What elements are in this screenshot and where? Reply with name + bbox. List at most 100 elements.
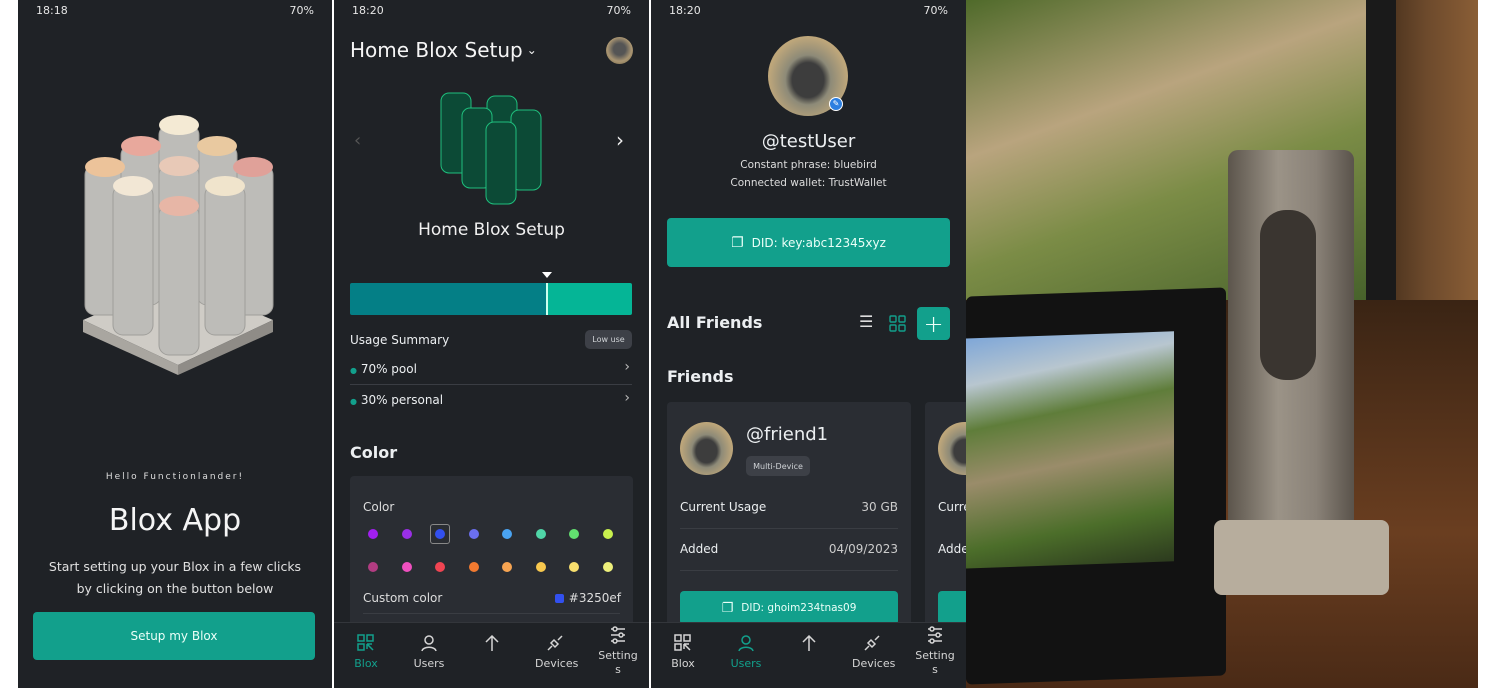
arrow-up-icon: [485, 634, 499, 651]
row-label: 70% pool: [360, 362, 417, 376]
color-swatch[interactable]: [468, 529, 479, 539]
status-bar: 18:18 70%: [18, 4, 332, 20]
chevron-down-icon: ⌄: [526, 43, 537, 57]
color-card: Color Custom color #3250ef: [350, 476, 633, 636]
color-swatch[interactable]: [602, 529, 613, 539]
divider: [680, 528, 898, 529]
blox-tower: [1228, 150, 1354, 555]
app-title: Blox App: [108, 503, 242, 538]
greeting-text: Hello Functionlander!: [105, 472, 245, 482]
screen-blox: 18:20 70% Home Blox Setup ⌄ ‹ › Home Blo…: [334, 0, 649, 688]
status-time: 18:20: [669, 4, 701, 17]
blox-icon: [357, 634, 374, 651]
color-swatch[interactable]: [602, 562, 613, 572]
friend-copy-did-button[interactable]: [938, 591, 966, 625]
blox-device-photo: [966, 0, 1478, 688]
color-swatch[interactable]: [368, 562, 378, 572]
nav-devices[interactable]: Devices: [525, 633, 585, 671]
usage-bar: [350, 283, 632, 315]
custom-color-label: Custom color: [363, 591, 443, 605]
color-swatch[interactable]: [502, 562, 512, 572]
status-bar: 18:20 70%: [651, 4, 966, 20]
screen-welcome: 18:18 70% Hello Functionlander! Blox App…: [18, 0, 332, 688]
nav-devices[interactable]: Devices: [842, 633, 902, 671]
tower-vents: [1260, 210, 1316, 380]
color-swatch[interactable]: [502, 529, 512, 539]
friend-copy-did-button[interactable]: ❐ DID: ghoim234tnas09: [680, 591, 898, 625]
bottom-nav: Blox Users Devices Setting s: [334, 622, 649, 688]
copy-icon: ❐: [731, 234, 744, 251]
setup-my-blox-button[interactable]: Setup my Blox: [33, 612, 315, 660]
color-swatch[interactable]: [535, 562, 546, 572]
description-text: Start setting up your Blox in a few clic…: [48, 559, 302, 596]
grid-view-icon[interactable]: [889, 315, 906, 332]
friends-title: Friends: [667, 367, 734, 386]
friend-avatar: [680, 422, 733, 475]
nav-settings[interactable]: Setting s: [905, 625, 965, 677]
user-icon: [421, 635, 437, 652]
friend-avatar: [938, 422, 966, 475]
nav-label: Users: [730, 657, 762, 670]
sliders-icon: [611, 626, 625, 644]
status-bar: 18:20 70%: [334, 4, 649, 20]
connected-wallet: Connected wallet: TrustWallet: [730, 177, 887, 189]
status-battery: 70%: [606, 4, 631, 17]
usage-row-personal[interactable]: ● 30% personal ›: [350, 390, 632, 407]
custom-color-hex: #3250ef: [568, 591, 621, 605]
friend-did-label: DID: ghoim234tnas09: [741, 602, 857, 614]
nav-users[interactable]: Users: [716, 633, 776, 671]
monitor-edge: [1366, 0, 1396, 300]
color-swatch[interactable]: [569, 529, 579, 539]
nav-settings[interactable]: Setting s: [588, 625, 648, 677]
constant-phrase: Constant phrase: bluebird: [740, 159, 877, 171]
status-time: 18:20: [352, 4, 384, 17]
nav-upload[interactable]: [779, 633, 839, 657]
copy-did-button[interactable]: ❐ DID: key:abc12345xyz: [667, 218, 950, 267]
color-swatch[interactable]: [401, 562, 412, 572]
chevron-left-icon[interactable]: ‹: [354, 130, 361, 151]
usage-badge: Low use: [585, 330, 632, 349]
nav-blox[interactable]: Blox: [653, 633, 713, 671]
usage-label: Curre: [938, 500, 966, 514]
display-screen: [966, 331, 1174, 569]
username: @testUser: [761, 131, 856, 152]
copy-icon: ❐: [721, 600, 734, 616]
nav-upload[interactable]: [462, 633, 522, 657]
usage-label: Current Usage: [680, 500, 767, 514]
nav-label: Users: [413, 657, 445, 670]
nav-label: Devices: [535, 657, 579, 670]
blox-selector-dropdown[interactable]: Home Blox Setup ⌄: [350, 38, 537, 62]
color-swatch[interactable]: [468, 562, 479, 572]
custom-color-value[interactable]: #3250ef: [554, 591, 621, 605]
color-swatch[interactable]: [535, 529, 546, 539]
usage-value: 30 GB: [861, 500, 898, 514]
usage-bar-pool: [350, 283, 546, 315]
nav-users[interactable]: Users: [399, 633, 459, 671]
usage-row-pool[interactable]: ● 70% pool ›: [350, 359, 632, 376]
nav-label: Setting s: [915, 649, 955, 676]
add-friend-button[interactable]: +: [917, 307, 950, 340]
tower-base: [1214, 520, 1389, 595]
selected-swatch-outline: [430, 524, 450, 544]
status-time: 18:18: [36, 4, 68, 17]
added-value: 04/09/2023: [828, 542, 898, 556]
friend-card-partial[interactable]: Curre Adde: [925, 402, 966, 642]
status-battery: 70%: [923, 4, 948, 17]
divider: [363, 613, 620, 614]
friend-card[interactable]: @friend1 Multi-Device Current Usage 30 G…: [667, 402, 911, 642]
chevron-right-icon[interactable]: ›: [616, 128, 624, 152]
color-swatch[interactable]: [435, 562, 445, 572]
bottom-nav: Blox Users Devices Setting s: [651, 622, 966, 688]
edit-pencil-icon[interactable]: ✎: [829, 97, 843, 111]
list-view-icon[interactable]: ☰: [859, 312, 873, 331]
color-swatch[interactable]: [401, 529, 412, 539]
nav-label: Devices: [852, 657, 896, 670]
sliders-icon: [928, 626, 942, 644]
chevron-right-icon: ›: [624, 390, 630, 406]
color-swatch[interactable]: [368, 529, 378, 539]
avatar[interactable]: [606, 37, 633, 64]
nav-blox[interactable]: Blox: [336, 633, 396, 671]
color-swatch[interactable]: [569, 562, 579, 572]
arrow-up-icon: [802, 634, 816, 651]
friend-name: @friend1: [746, 424, 829, 445]
